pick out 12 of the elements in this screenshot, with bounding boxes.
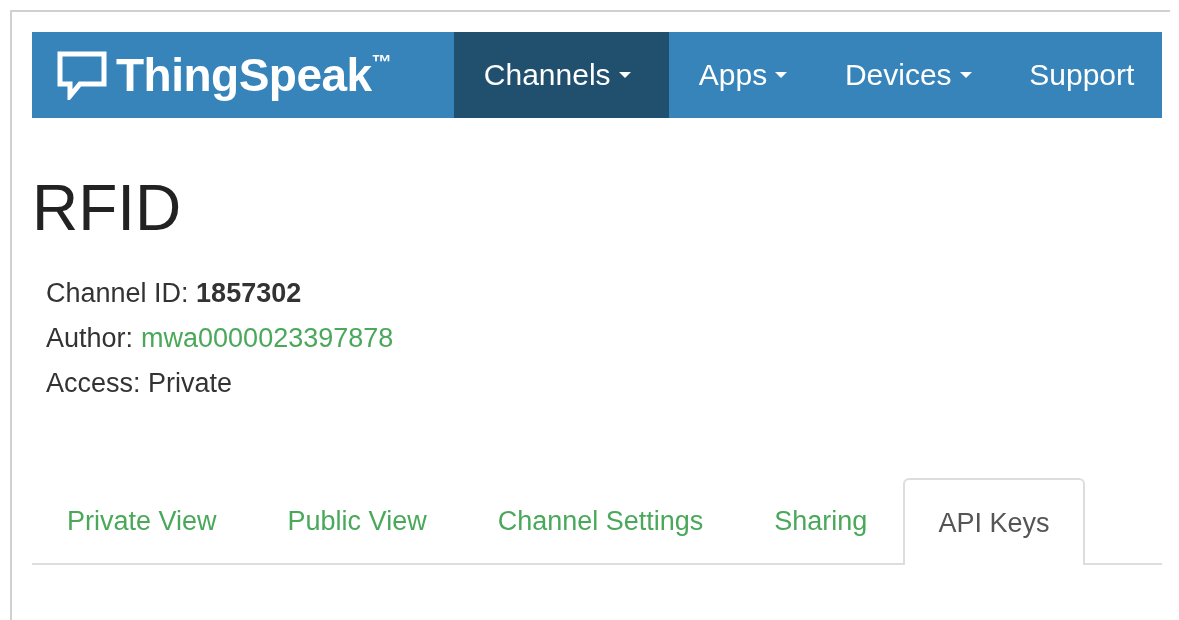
- speech-bubble-icon: [56, 50, 108, 100]
- nav-menu-item[interactable]: Devices: [814, 32, 1000, 118]
- nav-menu-item[interactable]: Apps: [668, 32, 815, 118]
- channel-id: Channel ID: 1857302: [46, 278, 303, 309]
- tab[interactable]: API Keys: [903, 478, 1086, 565]
- channel-title: RFID: [32, 176, 183, 240]
- nav-menu-item[interactable]: Support: [999, 32, 1162, 118]
- access-text: Access: Private: [46, 368, 234, 399]
- nav-menu-item[interactable]: Channels: [453, 32, 669, 118]
- author-link[interactable]: mwa0000023397878: [141, 323, 394, 354]
- brand-logo-text[interactable]: ThingSpeak$^{™}$: [116, 48, 392, 102]
- author-label: Author:: [46, 323, 134, 354]
